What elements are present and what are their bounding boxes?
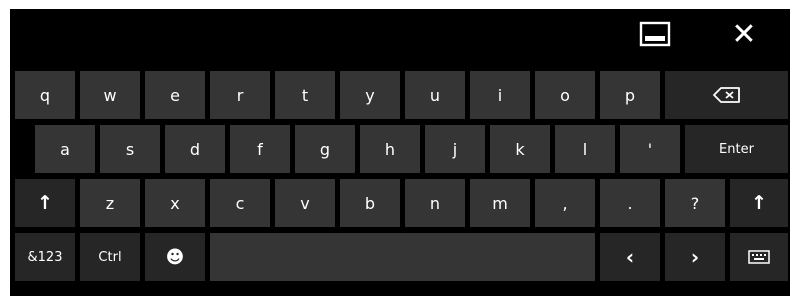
key-period[interactable]: . [600,179,660,227]
key-v[interactable]: v [275,179,335,227]
keyboard-icon [748,250,770,264]
key-label: , [562,193,568,213]
key-label: u [429,85,441,105]
key-g[interactable]: g [295,125,355,173]
key-label: n [429,193,441,213]
key-x[interactable]: x [145,179,205,227]
shift-right-key[interactable]: ↑ [730,179,788,227]
key-label: m [492,193,508,213]
key-label: s [125,139,135,159]
key-label: z [105,193,115,213]
key-label: w [103,85,117,105]
key-label: k [515,139,525,159]
key-t[interactable]: t [275,71,335,119]
key-label: i [497,85,503,105]
key-label: v [300,193,310,213]
key-question[interactable]: ? [665,179,725,227]
dock-minimize-icon [639,21,671,47]
shift-icon: ↑ [751,192,767,214]
ctrl-key[interactable]: Ctrl [80,233,140,281]
key-l[interactable]: l [555,125,615,173]
key-r[interactable]: r [210,71,270,119]
key-label: q [39,85,51,105]
key-c[interactable]: c [210,179,270,227]
enter-key[interactable]: Enter [685,125,788,173]
space-key[interactable] [210,233,595,281]
key-z[interactable]: z [80,179,140,227]
key-label: &123 [27,249,63,265]
key-label: d [189,139,201,159]
key-label: ? [690,193,700,213]
close-button[interactable]: ✕ [715,13,773,55]
key-w[interactable]: w [80,71,140,119]
key-label: f [257,139,263,159]
left-arrow-key[interactable]: ‹ [600,233,660,281]
key-label: g [319,139,331,159]
key-f[interactable]: f [230,125,290,173]
key-y[interactable]: y [340,71,400,119]
key-label: Enter [719,141,754,157]
key-label: l [582,139,588,159]
symbols-key[interactable]: &123 [15,233,75,281]
shift-icon: ↑ [37,192,53,214]
key-label: b [364,193,376,213]
touch-keyboard: ✕ q w e r t y u i o p a s d f g h j k l … [10,9,790,296]
key-label: o [560,85,570,105]
key-label: j [452,139,458,159]
key-n[interactable]: n [405,179,465,227]
key-label: x [170,193,180,213]
key-label: t [301,85,309,105]
key-i[interactable]: i [470,71,530,119]
key-label: e [170,85,180,105]
key-label: p [624,85,636,105]
keyboard-switch-key[interactable] [730,233,788,281]
key-d[interactable]: d [165,125,225,173]
backspace-icon [712,87,740,103]
close-icon: ✕ [731,16,757,52]
key-apostrophe[interactable]: ' [620,125,680,173]
key-o[interactable]: o [535,71,595,119]
backspace-key[interactable] [665,71,788,119]
key-e[interactable]: e [145,71,205,119]
dock-button[interactable] [625,13,685,55]
chevron-right-icon: › [690,245,700,269]
shift-left-key[interactable]: ↑ [15,179,75,227]
key-label: c [235,193,245,213]
key-s[interactable]: s [100,125,160,173]
chevron-left-icon: ‹ [625,245,635,269]
key-m[interactable]: m [470,179,530,227]
key-label: Ctrl [98,249,122,265]
key-comma[interactable]: , [535,179,595,227]
key-q[interactable]: q [15,71,75,119]
key-label: h [384,139,396,159]
key-label: ' [647,139,653,159]
key-u[interactable]: u [405,71,465,119]
key-label: a [60,139,70,159]
emoji-icon: ☻ [165,246,185,268]
right-arrow-key[interactable]: › [665,233,725,281]
key-label: . [627,193,633,213]
key-b[interactable]: b [340,179,400,227]
key-h[interactable]: h [360,125,420,173]
emoji-key[interactable]: ☻ [145,233,205,281]
key-label: r [236,85,244,105]
key-p[interactable]: p [600,71,660,119]
key-label: y [365,85,375,105]
key-k[interactable]: k [490,125,550,173]
key-a[interactable]: a [35,125,95,173]
key-j[interactable]: j [425,125,485,173]
